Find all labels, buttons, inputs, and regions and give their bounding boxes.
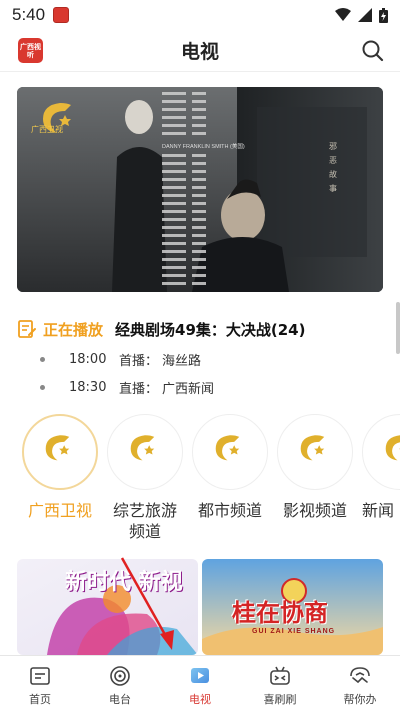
banner-title: 新时代 新视	[65, 569, 183, 595]
channel-item-film[interactable]: 影视频道	[277, 414, 353, 521]
channel-item-city[interactable]: 都市频道	[192, 414, 268, 521]
status-icons	[335, 7, 388, 23]
status-bar: 5:40	[0, 0, 400, 30]
signal-icon	[358, 8, 372, 22]
nav-item-radio[interactable]: 电台	[80, 656, 160, 711]
schedule-separator: ：	[145, 353, 159, 369]
nav-label: 喜刷刷	[263, 693, 297, 706]
schedule-time: 18:30	[69, 379, 107, 395]
channel-logo-icon	[385, 435, 400, 461]
guangxi-tv-logo	[43, 103, 71, 133]
scrollbar[interactable]	[396, 302, 400, 354]
channel-item-guangxi-tv[interactable]: 广西卫视	[22, 414, 98, 521]
app-header: 广西视听 电视	[0, 30, 400, 72]
program-schedule: 18:00 首播 ： 海丝路 18:30 直播 ： 广西新闻	[40, 345, 380, 401]
page-title: 电视	[180, 41, 219, 63]
channel-logo-icon	[130, 435, 155, 461]
channel-logo-circle	[22, 414, 98, 490]
bullet-dot	[40, 356, 45, 362]
nav-item-home[interactable]: 首页	[0, 656, 80, 711]
channel-selector[interactable]: 广西卫视 综艺旅游频道 都市频道 影视频道 新闻	[0, 414, 400, 554]
schedule-item[interactable]: 18:00 首播 ： 海丝路	[40, 345, 380, 373]
nav-label: 帮你办	[343, 693, 377, 706]
channel-logo-circle	[362, 414, 400, 490]
now-playing-label: 正在播放	[43, 320, 104, 339]
channel-name: 影视频道	[282, 501, 347, 520]
radio-icon	[110, 666, 130, 686]
channel-logo-icon	[215, 435, 240, 461]
player-watermark-2: 恶	[329, 156, 337, 165]
schedule-time: 18:00	[69, 351, 107, 367]
nav-item-help[interactable]: 帮你办	[320, 656, 400, 711]
wifi-icon	[335, 8, 351, 21]
channel-name: 都市频道	[197, 501, 262, 520]
schedule-status: 直播	[119, 381, 146, 397]
schedule-status: 首播	[119, 353, 146, 369]
bullet-dot	[40, 384, 45, 390]
program-list-icon	[18, 320, 36, 338]
schedule-program: 广西新闻	[162, 381, 215, 397]
search-button[interactable]	[360, 38, 386, 64]
banner-title: 桂在协商	[232, 598, 328, 627]
nav-label: 电台	[109, 693, 131, 706]
channel-logo-circle	[192, 414, 268, 490]
nav-item-xishuashua[interactable]: 喜刷刷	[240, 656, 320, 711]
banner-card[interactable]: 新时代 新视	[17, 559, 198, 655]
status-time: 5:40	[12, 5, 46, 24]
banner-subtitle: GUI ZAI XIE SHANG	[252, 628, 336, 635]
player-credit-text: DANNY FRANKLIN SMITH (美国)	[162, 142, 245, 150]
brand-logo[interactable]: 广西视听	[18, 38, 43, 63]
nav-label: 电视	[189, 693, 211, 706]
channel-logo-icon	[45, 435, 70, 461]
channel-name: 综艺旅游频道	[112, 501, 177, 541]
channel-item-news[interactable]: 新闻	[362, 414, 400, 521]
schedule-item[interactable]: 18:30 直播 ： 广西新闻	[40, 373, 380, 401]
handshake-icon	[350, 667, 370, 684]
channel-name: 广西卫视	[27, 501, 92, 520]
channel-logo-icon	[300, 435, 325, 461]
tv-robot-icon	[270, 666, 290, 685]
tv-icon	[191, 668, 209, 683]
brand-logo-text: 广西视听	[20, 42, 41, 59]
player-watermark-4: 事	[329, 183, 337, 193]
channel-logo-circle	[107, 414, 183, 490]
home-icon	[30, 667, 50, 685]
search-icon	[362, 40, 384, 62]
banner-card[interactable]: 桂在协商 GUI ZAI XIE SHANG	[202, 559, 383, 655]
channel-item-variety-travel[interactable]: 综艺旅游频道	[107, 414, 183, 542]
now-playing-row[interactable]: 正在播放 经典剧场49集：大决战(24)	[17, 318, 387, 340]
battery-icon	[379, 7, 388, 23]
video-player[interactable]: DANNY FRANKLIN SMITH (美国) 邪 恶 故 事 广西卫视	[17, 87, 383, 292]
schedule-program: 海丝路	[162, 353, 202, 369]
nav-label: 首页	[29, 693, 51, 706]
nav-item-tv[interactable]: 电视	[160, 656, 240, 711]
player-logo-label: 广西卫视	[31, 125, 63, 134]
now-playing-title: 经典剧场49集：大决战(24)	[115, 320, 306, 339]
bottom-navigation: 首页 电台 电视 喜刷刷 帮你办	[0, 655, 400, 711]
player-watermark-3: 故	[329, 169, 337, 179]
schedule-separator: ：	[145, 381, 159, 397]
player-watermark-1: 邪	[329, 142, 337, 151]
channel-logo-circle	[277, 414, 353, 490]
app-notification-icon	[53, 7, 70, 23]
channel-name: 新闻	[362, 501, 395, 520]
